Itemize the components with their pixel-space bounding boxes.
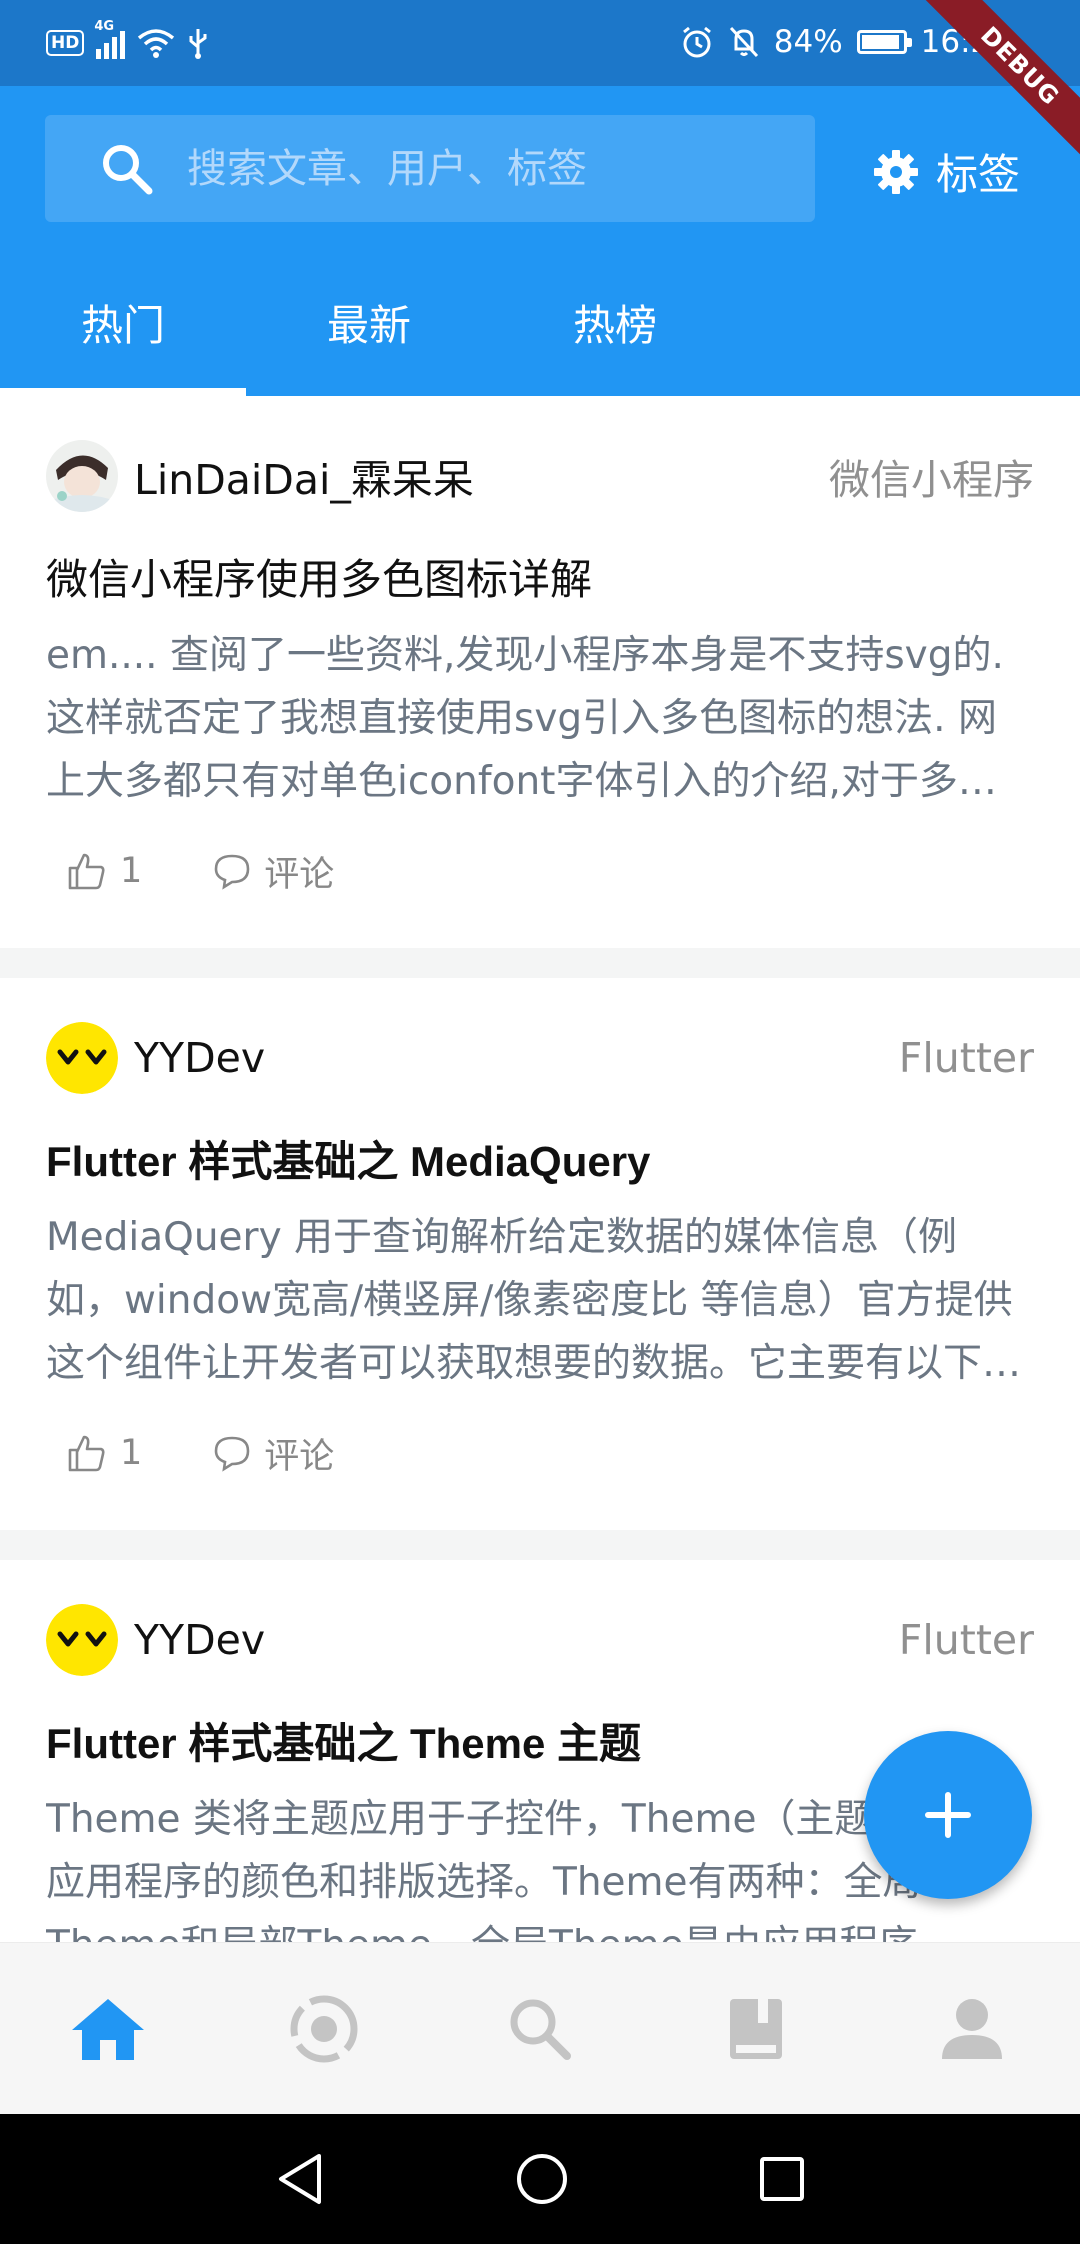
network-type: 4G xyxy=(94,19,115,34)
article-card[interactable]: LinDaiDai_霖呆呆 微信小程序 微信小程序使用多色图标详解 em....… xyxy=(0,396,1080,948)
status-left: HD 4G xyxy=(46,19,209,64)
nav-explore[interactable] xyxy=(216,1943,432,2115)
book-icon xyxy=(730,1999,782,2059)
like-count: 1 xyxy=(120,1433,143,1473)
author-name[interactable]: YYDev xyxy=(134,1616,899,1664)
explore-icon xyxy=(290,1995,358,2063)
search-input[interactable] xyxy=(185,144,749,193)
battery-percent: 84% xyxy=(773,24,843,60)
comment-button[interactable]: 评论 xyxy=(212,846,334,897)
thumb-up-icon xyxy=(68,853,105,890)
comment-label: 评论 xyxy=(264,854,335,895)
tab-bar: 热门 最新 热榜 xyxy=(0,276,1080,396)
card-header: LinDaiDai_霖呆呆 微信小程序 xyxy=(46,440,1034,512)
comment-button[interactable]: 评论 xyxy=(212,1428,334,1479)
app-bar: 标签 热门 最新 热榜 xyxy=(0,86,1080,396)
author-name[interactable]: YYDev xyxy=(134,1034,899,1082)
article-tag[interactable]: 微信小程序 xyxy=(829,446,1034,506)
add-fab-button[interactable] xyxy=(864,1731,1032,1899)
article-tag[interactable]: Flutter xyxy=(899,1034,1034,1082)
nav-home[interactable] xyxy=(0,1943,216,2115)
article-title[interactable]: Flutter 样式基础之 MediaQuery xyxy=(46,1128,1034,1189)
alarm-icon xyxy=(682,26,711,58)
search-icon xyxy=(510,1999,571,2060)
article-tag[interactable]: Flutter xyxy=(899,1616,1034,1664)
article-title[interactable]: 微信小程序使用多色图标详解 xyxy=(46,546,1034,607)
nav-profile[interactable] xyxy=(864,1943,1080,2115)
mute-notification-icon xyxy=(729,26,758,58)
usb-icon xyxy=(189,29,207,59)
card-header: YYDev Flutter xyxy=(46,1604,1034,1676)
back-icon[interactable] xyxy=(275,2152,325,2206)
author-name[interactable]: LinDaiDai_霖呆呆 xyxy=(134,446,829,506)
article-actions: 1 评论 xyxy=(46,841,334,901)
gear-icon xyxy=(874,149,918,194)
home-circle-icon[interactable] xyxy=(515,2152,569,2206)
article-summary: MediaQuery 用于查询解析给定数据的媒体信息（例如，window宽高/横… xyxy=(46,1215,1022,1386)
signal-icon: 4G xyxy=(94,19,126,59)
avatar[interactable] xyxy=(46,1022,118,1094)
comment-icon xyxy=(214,854,250,890)
system-navigation-bar xyxy=(0,2114,1080,2244)
article-actions: 1 评论 xyxy=(46,1423,334,1483)
person-icon xyxy=(942,1999,1002,2059)
search-box[interactable] xyxy=(45,115,815,222)
nav-books[interactable] xyxy=(648,1943,864,2115)
bottom-navigation xyxy=(0,1942,1080,2115)
battery-icon xyxy=(856,30,912,54)
thumb-up-icon xyxy=(68,1435,105,1472)
hd-badge: HD xyxy=(46,30,85,56)
nav-search[interactable] xyxy=(432,1943,648,2115)
tab-ranking[interactable]: 热榜 xyxy=(492,276,738,396)
tab-latest[interactable]: 最新 xyxy=(246,276,492,396)
search-icon xyxy=(103,144,153,194)
status-bar: HD 4G 84% 16:21 xyxy=(0,0,1080,86)
comment-label: 评论 xyxy=(264,1436,335,1477)
comment-icon xyxy=(214,1436,250,1472)
wifi-icon xyxy=(138,29,175,58)
tags-label: 标签 xyxy=(936,150,1021,199)
avatar[interactable] xyxy=(46,1604,118,1676)
like-button[interactable]: 1 xyxy=(66,850,142,892)
recents-icon[interactable] xyxy=(759,2156,805,2202)
tab-hot[interactable]: 热门 xyxy=(0,276,246,396)
like-button[interactable]: 1 xyxy=(66,1432,142,1474)
article-card[interactable]: YYDev Flutter Flutter 样式基础之 MediaQuery M… xyxy=(0,978,1080,1530)
avatar[interactable] xyxy=(46,440,118,512)
like-count: 1 xyxy=(120,851,143,891)
tags-button[interactable]: 标签 xyxy=(872,141,1020,202)
card-header: YYDev Flutter xyxy=(46,1022,1034,1094)
plus-icon xyxy=(925,1792,971,1838)
home-icon xyxy=(72,1999,144,2060)
article-summary: em.... 查阅了一些资料,发现小程序本身是不支持svg的.这样就否定了我想直… xyxy=(46,633,1004,804)
